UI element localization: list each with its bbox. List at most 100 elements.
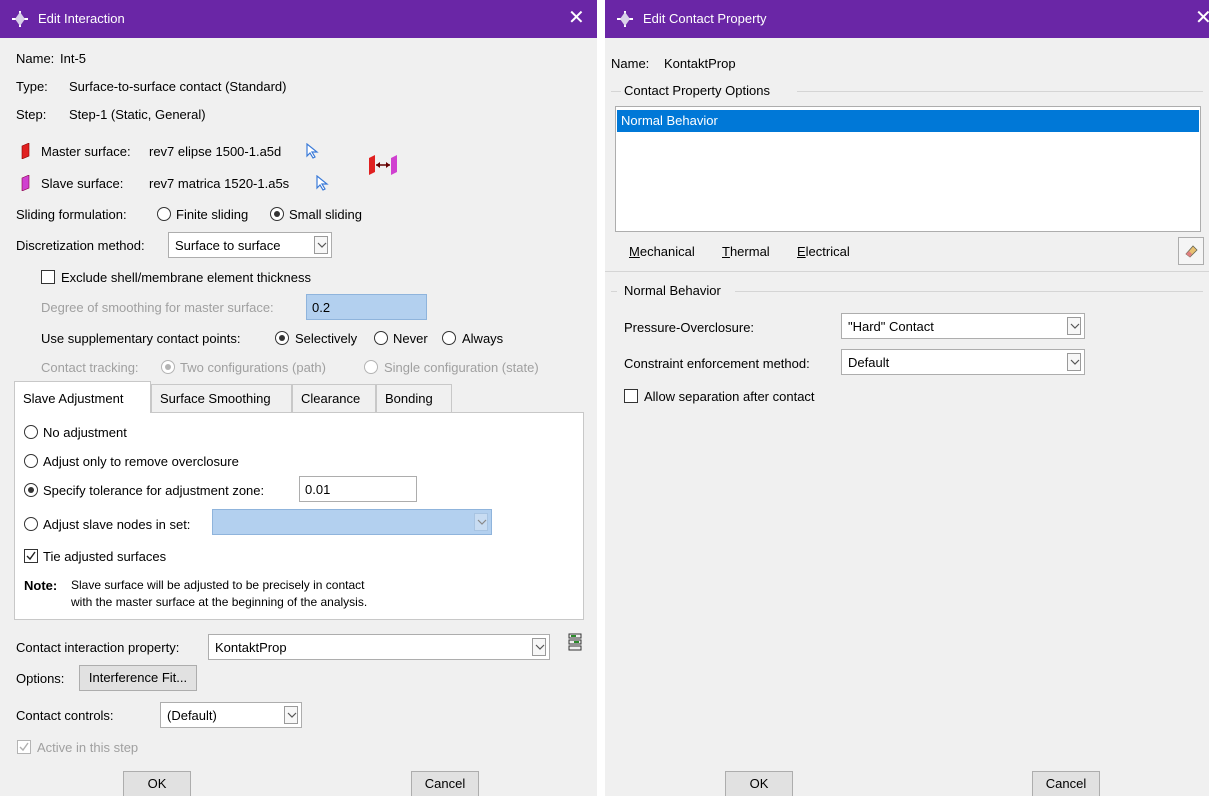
options-listbox[interactable]: Normal Behavior <box>615 106 1201 232</box>
supp-never-radio[interactable] <box>374 331 388 345</box>
step-label: Step: <box>16 107 47 122</box>
adjust-overclosure-radio[interactable] <box>24 454 38 468</box>
no-adjustment-radio[interactable] <box>24 425 38 439</box>
name-value: KontaktProp <box>664 56 736 71</box>
name-value: Int-5 <box>60 51 87 66</box>
note-label: Note: <box>24 578 58 593</box>
master-surface-value: rev7 elipse 1500-1.a5d <box>149 144 282 159</box>
chevron-down-icon <box>1067 317 1081 335</box>
specify-tolerance-radio[interactable] <box>24 483 38 497</box>
active-step-label: Active in this step <box>37 740 139 755</box>
tracking-single-radio[interactable] <box>364 360 378 374</box>
supp-never-label: Never <box>393 331 428 346</box>
pressure-overclosure-select[interactable]: "Hard" Contact <box>841 313 1085 339</box>
tab-surface-smoothing[interactable]: Surface Smoothing <box>151 384 292 412</box>
options-group-title: Contact Property Options <box>624 83 770 98</box>
list-item-label: Normal Behavior <box>621 113 718 128</box>
cancel-button[interactable]: Cancel <box>411 771 479 796</box>
tolerance-field[interactable]: 0.01 <box>299 476 417 502</box>
chevron-down-icon <box>284 706 298 724</box>
supp-always-label: Always <box>462 331 504 346</box>
tab-label: Slave Adjustment <box>23 391 124 406</box>
menu-mechanical[interactable]: Mechanical <box>629 244 695 259</box>
tracking-two-label: Two configurations (path) <box>180 360 326 375</box>
exclude-shell-checkbox[interactable] <box>41 270 55 284</box>
ok-button[interactable]: OK <box>725 771 793 796</box>
step-value: Step-1 (Static, General) <box>69 107 206 122</box>
name-label: Name: <box>16 51 55 66</box>
small-sliding-label: Small sliding <box>289 207 362 222</box>
contact-controls-label: Contact controls: <box>16 708 114 723</box>
supplementary-points-label: Use supplementary contact points: <box>41 331 241 346</box>
smoothing-field[interactable]: 0.2 <box>306 294 427 320</box>
tab-label: Bonding <box>385 391 433 406</box>
window-title: Edit Interaction <box>38 11 125 26</box>
type-label: Type: <box>16 79 48 94</box>
cancel-button[interactable]: Cancel <box>1032 771 1100 796</box>
ok-button[interactable]: OK <box>123 771 191 796</box>
contact-controls-select[interactable]: (Default) <box>160 702 302 728</box>
pressure-overclosure-value: "Hard" Contact <box>848 319 934 334</box>
chevron-down-icon <box>314 236 328 254</box>
master-surface-label: Master surface: <box>41 144 131 159</box>
group-border <box>735 291 1203 292</box>
group-border <box>611 91 621 92</box>
tracking-two-radio[interactable] <box>161 360 175 374</box>
slave-surface-value: rev7 matrica 1520-1.a5s <box>149 176 290 191</box>
cip-select[interactable]: KontaktProp <box>208 634 550 660</box>
list-item-normal-behavior[interactable]: Normal Behavior <box>617 110 1199 132</box>
checkmark-icon <box>26 551 36 561</box>
active-step-checkbox[interactable] <box>17 740 31 754</box>
finite-sliding-radio[interactable] <box>157 207 171 221</box>
finite-sliding-label: Finite sliding <box>176 207 249 222</box>
chevron-down-icon <box>1067 353 1081 371</box>
cip-label: Contact interaction property: <box>16 640 180 655</box>
node-set-select[interactable] <box>212 509 492 535</box>
separator <box>605 271 1209 272</box>
property-manager-icon[interactable] <box>567 633 583 651</box>
title-bar: Edit Contact Property ✕ <box>605 0 1209 38</box>
specify-tolerance-label: Specify tolerance for adjustment zone: <box>43 483 265 498</box>
note-line-1: Slave surface will be adjusted to be pre… <box>71 578 365 592</box>
tie-surfaces-checkbox[interactable] <box>24 549 38 563</box>
constraint-method-label: Constraint enforcement method: <box>624 356 810 371</box>
no-adjustment-label: No adjustment <box>43 425 127 440</box>
allow-separation-checkbox[interactable] <box>624 389 638 403</box>
discretization-select[interactable]: Surface to surface <box>168 232 332 258</box>
chevron-down-icon <box>532 638 546 656</box>
edit-contact-property-dialog: Edit Contact Property ✕ Name: KontaktPro… <box>605 0 1209 796</box>
group-border <box>797 91 1203 92</box>
slave-surface-label: Slave surface: <box>41 176 124 191</box>
select-cursor-icon[interactable] <box>305 143 319 159</box>
contact-controls-value: (Default) <box>167 708 217 723</box>
discretization-label: Discretization method: <box>16 238 145 253</box>
interference-fit-button[interactable]: Interference Fit... <box>79 665 197 691</box>
tab-clearance[interactable]: Clearance <box>292 384 376 412</box>
delete-behavior-button[interactable] <box>1178 237 1204 265</box>
supp-selectively-radio[interactable] <box>275 331 289 345</box>
checkmark-icon <box>19 742 29 752</box>
menu-electrical[interactable]: Electrical <box>797 244 850 259</box>
close-icon[interactable]: ✕ <box>568 6 585 30</box>
tab-label: Surface Smoothing <box>160 391 271 406</box>
contact-tracking-label: Contact tracking: <box>41 360 139 375</box>
small-sliding-radio[interactable] <box>270 207 284 221</box>
master-surface-icon <box>21 143 30 159</box>
adjust-nodes-radio[interactable] <box>24 517 38 531</box>
slave-surface-icon <box>21 175 30 191</box>
menu-thermal[interactable]: Thermal <box>722 244 770 259</box>
tab-bonding[interactable]: Bonding <box>376 384 452 412</box>
supp-always-radio[interactable] <box>442 331 456 345</box>
tie-surfaces-label: Tie adjusted surfaces <box>43 549 167 564</box>
tab-slave-adjustment[interactable]: Slave Adjustment <box>14 381 151 413</box>
swap-surfaces-icon[interactable] <box>367 154 399 176</box>
allow-separation-label: Allow separation after contact <box>644 389 815 404</box>
abaqus-logo-icon <box>12 11 28 27</box>
select-cursor-icon[interactable] <box>315 175 329 191</box>
close-icon[interactable]: ✕ <box>1195 6 1209 30</box>
constraint-method-select[interactable]: Default <box>841 349 1085 375</box>
exclude-shell-label: Exclude shell/membrane element thickness <box>61 270 312 285</box>
sliding-formulation-label: Sliding formulation: <box>16 207 127 222</box>
smoothing-label: Degree of smoothing for master surface: <box>41 300 274 315</box>
adjust-overclosure-label: Adjust only to remove overclosure <box>43 454 239 469</box>
